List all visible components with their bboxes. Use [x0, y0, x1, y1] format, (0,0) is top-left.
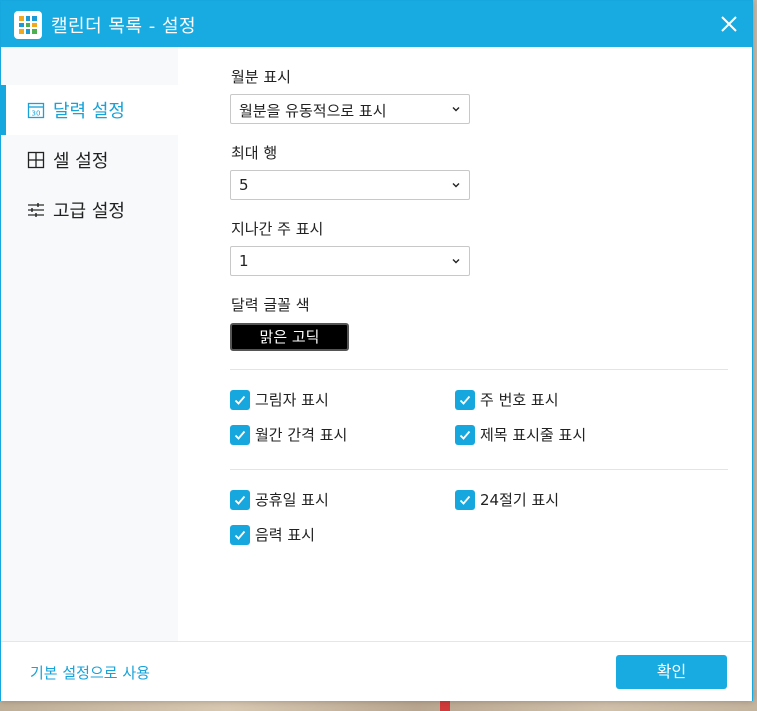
- sidebar-item-cell-settings[interactable]: 셀 설정: [1, 135, 178, 185]
- select-value: 5: [239, 176, 249, 194]
- settings-panel: 월분 표시 월분을 유동적으로 표시 최대 행 5 지나간 주 표시 1 달력 …: [178, 47, 754, 641]
- calendar-icon: 30: [27, 101, 45, 119]
- grid-icon: [27, 151, 45, 169]
- window-title: 캘린더 목록 - 설정: [51, 16, 197, 37]
- checkbox-label: 24절기 표시: [480, 491, 560, 509]
- title-bar[interactable]: 캘린더 목록 - 설정: [1, 1, 752, 47]
- month-display-label: 월분 표시: [231, 68, 291, 86]
- max-rows-label: 최대 행: [231, 144, 278, 162]
- checkbox-checked-icon: [455, 489, 475, 510]
- past-weeks-label: 지나간 주 표시: [231, 220, 324, 238]
- holidays-checkbox[interactable]: 공휴일 표시: [230, 489, 329, 510]
- divider: [230, 369, 728, 370]
- sliders-icon: [27, 201, 45, 219]
- shadow-checkbox[interactable]: 그림자 표시: [230, 389, 329, 410]
- select-value: 월분을 유동적으로 표시: [239, 102, 387, 120]
- checkbox-label: 음력 표시: [255, 526, 315, 544]
- ok-button[interactable]: 확인: [616, 655, 727, 689]
- close-icon[interactable]: [718, 13, 740, 35]
- chevron-down-icon: [452, 107, 460, 112]
- checkbox-label: 그림자 표시: [255, 391, 329, 409]
- month-display-select[interactable]: 월분을 유동적으로 표시: [230, 94, 470, 124]
- lunar-checkbox[interactable]: 음력 표시: [230, 524, 315, 545]
- checkbox-checked-icon: [230, 489, 250, 510]
- sidebar-item-advanced-settings[interactable]: 고급 설정: [1, 185, 178, 235]
- checkbox-label: 제목 표시줄 표시: [480, 426, 587, 444]
- checkbox-checked-icon: [230, 524, 250, 545]
- chevron-down-icon: [452, 183, 460, 188]
- week-number-checkbox[interactable]: 주 번호 표시: [455, 389, 559, 410]
- checkbox-checked-icon: [455, 389, 475, 410]
- sidebar-item-label: 달력 설정: [53, 101, 125, 122]
- checkbox-label: 공휴일 표시: [255, 491, 329, 509]
- max-rows-select[interactable]: 5: [230, 170, 470, 200]
- title-bar-checkbox[interactable]: 제목 표시줄 표시: [455, 424, 586, 445]
- chevron-down-icon: [452, 259, 460, 264]
- settings-dialog: 캘린더 목록 - 설정 30 달력 설정 셀 설정 고급 설정 월분 표시 월분…: [0, 0, 753, 701]
- svg-text:30: 30: [32, 110, 41, 118]
- font-color-button[interactable]: 맑은 고딕: [230, 323, 349, 351]
- checkbox-checked-icon: [230, 389, 250, 410]
- sidebar-item-label: 고급 설정: [53, 201, 125, 222]
- font-color-label: 달력 글꼴 색: [231, 296, 310, 314]
- checkbox-label: 주 번호 표시: [480, 391, 559, 409]
- select-value: 1: [239, 252, 249, 270]
- sidebar: 30 달력 설정 셀 설정 고급 설정: [1, 47, 178, 641]
- past-weeks-select[interactable]: 1: [230, 246, 470, 276]
- checkbox-checked-icon: [230, 424, 250, 445]
- checkbox-checked-icon: [455, 424, 475, 445]
- dialog-footer: 기본 설정으로 사용 확인: [1, 641, 752, 701]
- checkbox-label: 월간 간격 표시: [255, 426, 348, 444]
- sidebar-item-label: 셀 설정: [53, 151, 109, 172]
- solar-terms-checkbox[interactable]: 24절기 표시: [455, 489, 559, 510]
- divider: [230, 469, 728, 470]
- sidebar-item-calendar-settings[interactable]: 30 달력 설정: [1, 85, 178, 135]
- reset-defaults-link[interactable]: 기본 설정으로 사용: [30, 662, 150, 683]
- app-logo-icon: [14, 11, 42, 39]
- month-gap-checkbox[interactable]: 월간 간격 표시: [230, 424, 347, 445]
